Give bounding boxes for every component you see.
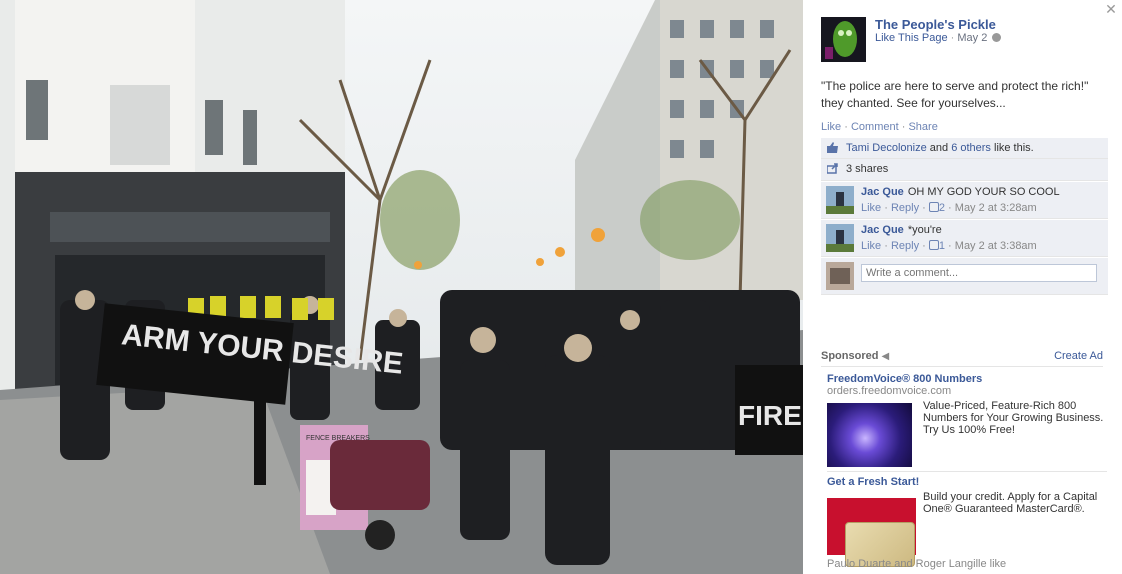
comment-meta: Like · Reply · 1 · May 2 at 3:38am bbox=[861, 240, 1037, 252]
ad-capital-one[interactable]: Get a Fresh Start! Build your credit. Ap… bbox=[827, 476, 1107, 570]
separator: · bbox=[901, 121, 906, 133]
page-avatar[interactable] bbox=[821, 17, 866, 62]
sponsored-header: Sponsored ◀ Create Ad bbox=[821, 350, 1103, 367]
profile-photo-icon bbox=[826, 186, 854, 214]
divider bbox=[821, 366, 1103, 367]
ad-freedomvoice[interactable]: FreedomVoice® 800 Numbers orders.freedom… bbox=[827, 373, 1107, 467]
comment-line: Jac Que *you're bbox=[861, 224, 942, 236]
liker-name-link[interactable]: Tami Decolonize bbox=[846, 142, 927, 154]
commenter-name-link[interactable]: Jac Que bbox=[861, 186, 904, 198]
ad-body[interactable]: Value-Priced, Feature-Rich 800 Numbers f… bbox=[923, 400, 1105, 436]
page-name-link[interactable]: The People's Pickle bbox=[875, 17, 996, 32]
share-action[interactable]: Share bbox=[908, 121, 937, 133]
photo-viewer[interactable]: ARM YOUR DESIRE FIRE FENCE BREAKERS bbox=[0, 0, 803, 574]
ad-image[interactable] bbox=[827, 498, 916, 567]
divider bbox=[827, 471, 1107, 472]
comment-like-link[interactable]: Like bbox=[861, 240, 881, 252]
page-subline: Like This Page · May 2 bbox=[875, 32, 1002, 44]
photo-side-panel: ✕ The People's Pickle Like This Page · M… bbox=[803, 0, 1122, 574]
thumbs-up-icon bbox=[827, 142, 838, 153]
comment-like-count[interactable]: 1 bbox=[939, 240, 945, 252]
ad-url[interactable]: orders.freedomvoice.com bbox=[827, 385, 1107, 397]
share-icon bbox=[827, 163, 838, 174]
comment-item: Jac Que *you're Like · Reply · 1 · May 2 … bbox=[821, 220, 1108, 257]
commenter-name-link[interactable]: Jac Que bbox=[861, 224, 904, 236]
comment-like-count[interactable]: 2 bbox=[939, 202, 945, 214]
shares-link[interactable]: 3 shares bbox=[846, 163, 888, 175]
comment-text: *you're bbox=[907, 224, 942, 236]
post-date[interactable]: May 2 bbox=[957, 32, 987, 44]
write-comment-input[interactable] bbox=[861, 264, 1097, 282]
feedback-box: Tami Decolonize and 6 others like this. … bbox=[821, 138, 1108, 295]
comment-item: Jac Que OH MY GOD YOUR SO COOL Like · Rep… bbox=[821, 182, 1108, 219]
ad-body[interactable]: Build your credit. Apply for a Capital O… bbox=[923, 491, 1105, 515]
globe-icon bbox=[992, 33, 1002, 42]
ad-image[interactable] bbox=[827, 403, 912, 467]
viewer-avatar bbox=[826, 262, 854, 290]
like-count-icon bbox=[928, 202, 939, 212]
ad-social-context: Paulo Duarte and Roger Langille like bbox=[827, 558, 1007, 570]
megaphone-icon: ◀ bbox=[881, 351, 890, 362]
ad-title[interactable]: FreedomVoice® 800 Numbers bbox=[827, 373, 1107, 385]
likes-and: and bbox=[929, 142, 949, 154]
others-link[interactable]: 6 others bbox=[951, 142, 991, 154]
create-ad-link[interactable]: Create Ad bbox=[1054, 350, 1103, 362]
like-action[interactable]: Like bbox=[821, 121, 841, 133]
close-icon[interactable]: ✕ bbox=[1104, 2, 1118, 16]
banner-right-text: FIRE bbox=[738, 400, 802, 431]
separator: · bbox=[844, 121, 848, 133]
pickle-icon bbox=[821, 17, 866, 62]
comment-line: Jac Que OH MY GOD YOUR SO COOL bbox=[861, 186, 1060, 198]
likes-text: Tami Decolonize and 6 others like this. bbox=[846, 142, 1034, 154]
sponsored-label: Sponsored bbox=[821, 350, 879, 362]
shares-summary: 3 shares bbox=[821, 159, 1108, 181]
write-comment-row bbox=[821, 258, 1108, 295]
comment-time[interactable]: May 2 at 3:38am bbox=[955, 240, 1037, 252]
comment-time[interactable]: May 2 at 3:28am bbox=[955, 202, 1037, 214]
comment-action[interactable]: Comment bbox=[851, 121, 899, 133]
ad-title[interactable]: Get a Fresh Start! bbox=[827, 476, 1107, 488]
comment-like-link[interactable]: Like bbox=[861, 202, 881, 214]
comment-reply-link[interactable]: Reply bbox=[891, 202, 919, 214]
like-page-link[interactable]: Like This Page bbox=[875, 32, 948, 44]
profile-photo-icon bbox=[826, 224, 854, 252]
separator: · bbox=[950, 32, 955, 44]
like-count-icon bbox=[928, 240, 939, 250]
post-actions: Like · Comment · Share bbox=[821, 121, 938, 133]
protest-photo: ARM YOUR DESIRE FIRE FENCE BREAKERS bbox=[0, 0, 803, 574]
profile-photo-icon bbox=[826, 262, 854, 290]
likes-summary: Tami Decolonize and 6 others like this. bbox=[821, 138, 1108, 159]
comment-text: OH MY GOD YOUR SO COOL bbox=[907, 186, 1060, 198]
commenter-avatar[interactable] bbox=[826, 224, 854, 252]
comment-meta: Like · Reply · 2 · May 2 at 3:28am bbox=[861, 202, 1037, 214]
photo-caption: "The police are here to serve and protec… bbox=[821, 79, 1089, 110]
likes-suffix: like this. bbox=[994, 142, 1034, 154]
comment-reply-link[interactable]: Reply bbox=[891, 240, 919, 252]
commenter-avatar[interactable] bbox=[826, 186, 854, 214]
